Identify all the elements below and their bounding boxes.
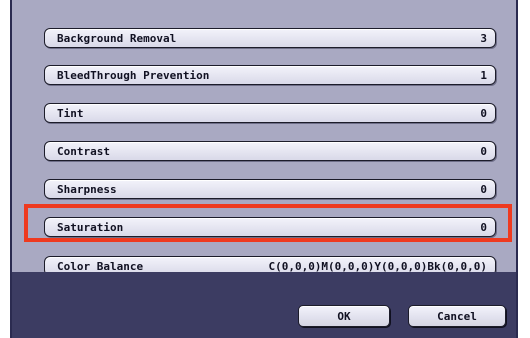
cancel-button[interactable]: Cancel bbox=[408, 305, 506, 327]
setting-value: 0 bbox=[480, 106, 487, 120]
setting-label: Sharpness bbox=[57, 182, 117, 196]
ok-button[interactable]: OK bbox=[298, 305, 390, 327]
setting-label: Background Removal bbox=[57, 31, 177, 45]
setting-value: 1 bbox=[480, 68, 487, 82]
setting-value: C(0,0,0)M(0,0,0)Y(0,0,0)Bk(0,0,0) bbox=[268, 259, 487, 273]
setting-label: BleedThrough Prevention bbox=[57, 68, 210, 82]
setting-bleedthrough-prevention[interactable]: BleedThrough Prevention 1 bbox=[44, 65, 496, 85]
setting-label: Color Balance bbox=[57, 259, 144, 273]
selection-highlight bbox=[24, 204, 512, 242]
setting-value: 3 bbox=[480, 31, 487, 45]
setting-sharpness[interactable]: Sharpness 0 bbox=[44, 179, 496, 199]
setting-background-removal[interactable]: Background Removal 3 bbox=[44, 28, 496, 48]
setting-contrast[interactable]: Contrast 0 bbox=[44, 141, 496, 161]
setting-label: Tint bbox=[57, 106, 84, 120]
setting-tint[interactable]: Tint 0 bbox=[44, 103, 496, 123]
setting-label: Contrast bbox=[57, 144, 110, 158]
setting-value: 0 bbox=[480, 182, 487, 196]
setting-value: 0 bbox=[480, 144, 487, 158]
